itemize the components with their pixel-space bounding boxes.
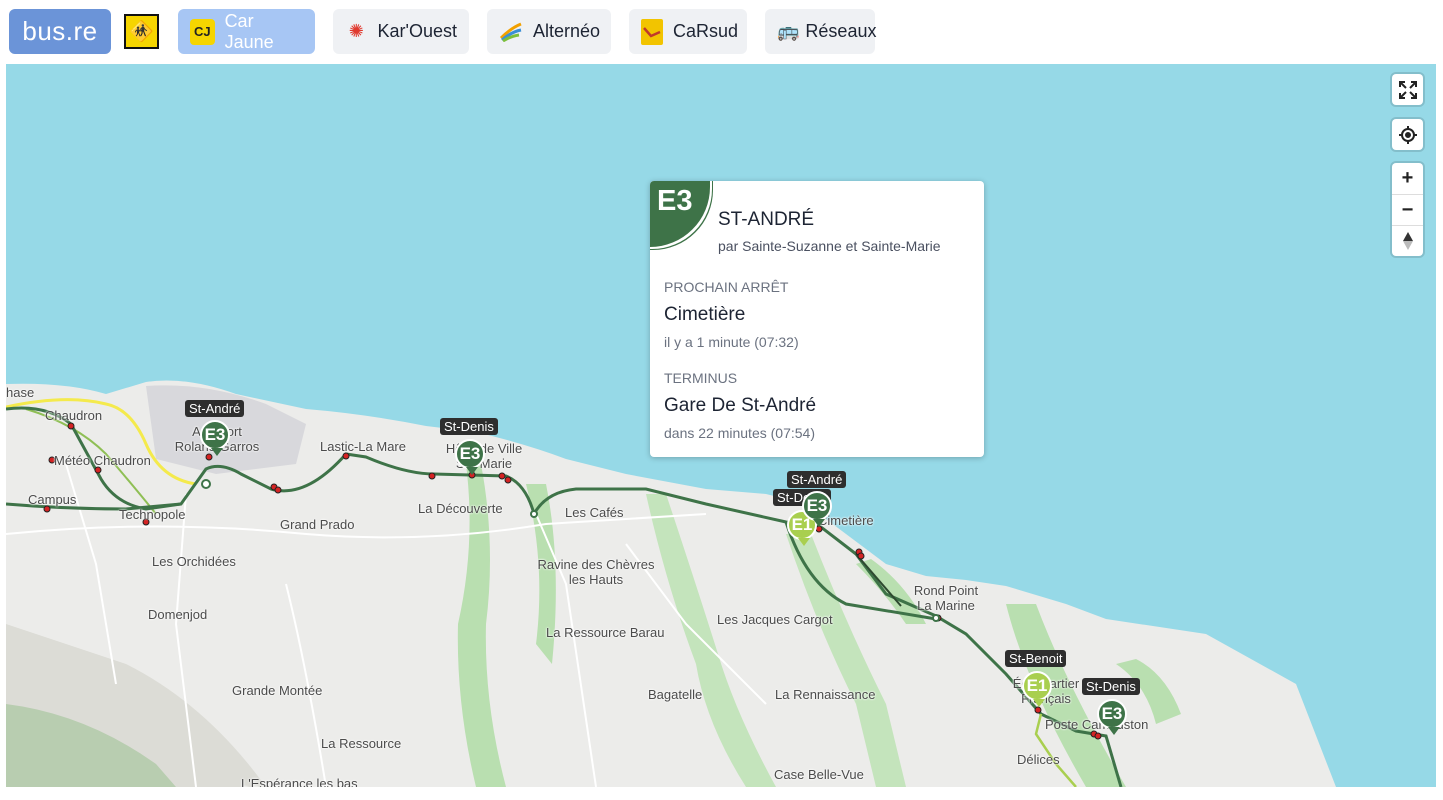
tab-label: Car Jaune [224,10,274,52]
place-label: Les Cafés [565,505,624,520]
place-label: hase [6,385,35,400]
place-label: Poste Cambuston [1045,717,1149,732]
place-label: Domenjod [148,607,208,622]
vehicle-direction-tag: St-Denis [440,418,498,435]
place-label: La Rennaissance [775,687,876,702]
terminus-name: Gare De St-André [664,395,817,416]
zoom-out-icon[interactable]: − [1392,194,1423,225]
geolocate-control [1392,119,1423,150]
alterneo-logo-icon [499,19,523,45]
line-badge: E3 [650,181,710,247]
vehicle-direction-tag: St-Benoit [1005,650,1067,667]
school-bus-icon[interactable]: 🚸 [124,14,159,49]
place-label: La Ressource [321,736,402,751]
place-label: Les Orchidées [152,554,236,569]
bus-icon: 🚌 [777,21,800,41]
vehicle-marker-e3[interactable]: E3 [1097,699,1127,735]
vehicle-popup: E3 ST-ANDRÉ par Sainte-Suzanne et Sainte… [650,181,984,457]
tab-reseaux[interactable]: 🚌 Réseaux [765,9,877,54]
place-label: Technopole [119,507,186,522]
busre-logo[interactable]: bus.re [9,9,111,54]
compass-icon[interactable] [1392,225,1423,256]
vehicle-marker-e1[interactable]: E1 [1022,671,1052,707]
tab-label: CaRsud [673,21,739,41]
place-label: L'Espérance les bas [241,776,358,787]
car-jaune-logo-icon: CJ [190,18,215,45]
terminus-time: dans 22 minutes (07:54) [664,425,815,441]
vehicle-marker-e3[interactable]: E3 [802,491,832,527]
karouest-logo-icon: ✺ [348,21,364,41]
tab-label: Alternéo [533,21,601,41]
popup-destination: ST-ANDRÉ [718,209,815,230]
next-stop-time: il y a 1 minute (07:32) [664,334,799,350]
tab-car-jaune[interactable]: CJ Car Jaune [178,9,315,54]
zoom-in-icon[interactable]: + [1392,163,1423,194]
place-label: Délices [1017,752,1060,767]
popup-via: par Sainte-Suzanne et Sainte-Marie [718,238,941,254]
place-label: Campus [28,492,77,507]
place-label: Rond Point La Marine [913,583,979,613]
geolocate-icon[interactable] [1392,119,1423,150]
tab-label: Réseaux [805,21,877,41]
vehicle-direction-tag: St-André [787,471,847,488]
top-bar: bus.re 🚸 CJ Car Jaune ✺ Kar'Ouest Altern… [0,0,1443,64]
next-stop-name: Cimetière [664,304,746,325]
carsud-logo-icon [641,18,663,45]
place-label: La Ressource Barau [546,625,665,640]
fullscreen-control [1392,74,1423,105]
vehicle-marker-e3[interactable]: E3 [200,420,230,456]
place-label: Météo Chaudron [54,453,151,468]
place-label: Bagatelle [648,687,703,702]
place-label: Les Jacques Cargot [717,612,833,627]
place-label: La Découverte [418,501,503,516]
next-stop-label: PROCHAIN ARRÊT [664,279,789,295]
zoom-control: + − [1392,163,1423,256]
tab-label: Kar'Ouest [377,21,457,41]
vehicle-direction-tag: St-André [185,400,245,417]
place-label: Lastic-La Mare [320,439,406,454]
fullscreen-icon[interactable] [1392,74,1423,105]
tab-karouest[interactable]: ✺ Kar'Ouest [333,9,469,54]
tab-alterneo[interactable]: Alternéo [487,9,611,54]
tab-carsud[interactable]: CaRsud [629,9,747,54]
place-label: Grande Montée [232,683,323,698]
vehicle-direction-tag: St-Denis [1082,678,1140,695]
place-label: Ravine des Chèvres les Hauts [537,557,655,587]
terminus-label: TERMINUS [664,370,738,386]
vehicle-marker-e3[interactable]: E3 [455,439,485,475]
place-label: Grand Prado [280,517,355,532]
place-label: Chaudron [45,408,103,423]
place-label: Case Belle-Vue [774,767,864,782]
